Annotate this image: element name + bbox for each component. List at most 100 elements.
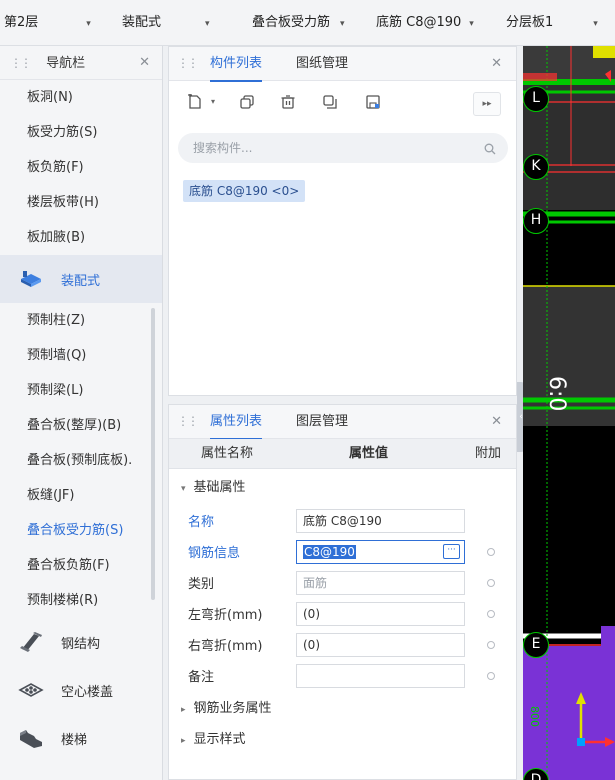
category-select-value: 装配式 bbox=[122, 15, 162, 30]
nav-category-stair[interactable]: 楼梯 bbox=[0, 714, 162, 762]
nav-category-prefab[interactable]: 装配式 bbox=[0, 255, 162, 303]
selected-text: C8@190 bbox=[303, 545, 356, 559]
close-icon[interactable]: ✕ bbox=[491, 405, 502, 439]
chevron-down-icon[interactable]: ▾ bbox=[211, 97, 215, 106]
property-row-rebar-info: 钢筋信息 C8@190 ··· bbox=[169, 536, 516, 567]
chevron-down-icon: ▾ bbox=[469, 19, 474, 29]
new-component-icon[interactable] bbox=[185, 92, 205, 112]
prefab-icon bbox=[17, 268, 45, 290]
drag-handle-icon[interactable]: ⋮⋮ bbox=[177, 414, 199, 428]
nav-item-prefab-column[interactable]: 预制柱(Z) bbox=[0, 303, 162, 338]
nav-title: 导航栏 bbox=[46, 56, 86, 71]
search-icon[interactable] bbox=[484, 133, 496, 163]
yellow-mark bbox=[593, 46, 615, 58]
property-label: 类别 bbox=[188, 577, 215, 592]
property-value-input[interactable] bbox=[296, 664, 465, 688]
save-template-icon[interactable] bbox=[363, 92, 383, 112]
nav-item-composite-slab-main-rebar[interactable]: 叠合板受力筋(S) bbox=[0, 513, 162, 548]
ellipsis-button[interactable]: ··· bbox=[443, 544, 460, 559]
floor-select-value: 第2层 bbox=[4, 15, 39, 30]
nav-category-hollow-floor-label: 空心楼盖 bbox=[61, 684, 114, 700]
component-item-selected[interactable]: 底筋 C8@190 <0> bbox=[183, 180, 306, 202]
extra-checkbox[interactable] bbox=[487, 672, 495, 680]
drawing-canvas[interactable]: L K H E D 6:0 800 bbox=[523, 46, 615, 780]
search-component-input[interactable]: 搜索构件... bbox=[178, 133, 508, 163]
nav-category-steel-label: 钢结构 bbox=[61, 636, 101, 652]
column-header-value: 属性值 bbox=[349, 446, 389, 461]
ucs-axis-icon bbox=[576, 692, 615, 747]
property-value-input[interactable]: (0) bbox=[296, 633, 465, 657]
component-list-panel: ⋮⋮ 构件列表 图纸管理 ✕ ▾ ▸▸ 搜索构件... 底筋 C8@190 <0… bbox=[168, 46, 517, 396]
nav-item-prefab-beam[interactable]: 预制梁(L) bbox=[0, 373, 162, 408]
chevron-down-icon: ▾ bbox=[86, 19, 91, 29]
property-value-input[interactable]: (0) bbox=[296, 602, 465, 626]
copy-to-floor-icon[interactable] bbox=[320, 92, 340, 112]
property-label: 钢筋信息 bbox=[188, 546, 241, 561]
chevron-down-icon: ▾ bbox=[593, 19, 598, 29]
tab-property-list[interactable]: 属性列表 bbox=[210, 405, 263, 440]
navigation-panel: ⋮⋮ 导航栏 ✕ 板洞(N) 板受力筋(S) 板负筋(F) 楼层板带(H) 板加… bbox=[0, 46, 163, 780]
property-row-right-bend: 右弯折(mm) (0) bbox=[169, 629, 516, 660]
nav-category-hollow-floor[interactable]: 空心楼盖 bbox=[0, 666, 162, 714]
extra-checkbox[interactable] bbox=[487, 548, 495, 556]
extra-checkbox[interactable] bbox=[487, 641, 495, 649]
chevron-down-icon: ▾ bbox=[340, 19, 345, 29]
chevron-right-icon: ▸ bbox=[181, 705, 186, 715]
top-toolbar: 第2层 ▾ 装配式 ▾ 叠合板受力筋 ▾ 底筋 C8@190 ▾ 分层板1 ▾ bbox=[0, 0, 615, 46]
search-placeholder: 搜索构件... bbox=[193, 141, 253, 155]
nav-item-slab-negative-rebar[interactable]: 板负筋(F) bbox=[0, 150, 162, 185]
nav-item-prefab-wall[interactable]: 预制墙(Q) bbox=[0, 338, 162, 373]
group-rebar-business[interactable]: ▸ 钢筋业务属性 bbox=[169, 694, 516, 724]
extra-checkbox[interactable] bbox=[487, 610, 495, 618]
copy-component-icon[interactable] bbox=[237, 92, 257, 112]
nav-scrollbar[interactable] bbox=[151, 308, 155, 600]
nav-list-prefab: 预制柱(Z) 预制墙(Q) 预制梁(L) 叠合板(整厚)(B) 叠合板(预制底板… bbox=[0, 303, 162, 618]
tab-component-list[interactable]: 构件列表 bbox=[210, 47, 263, 82]
tab-drawing-management[interactable]: 图纸管理 bbox=[296, 47, 348, 81]
close-icon[interactable]: ✕ bbox=[139, 46, 150, 80]
purple-mark bbox=[601, 626, 615, 646]
property-row-name: 名称 底筋 C8@190 bbox=[169, 505, 516, 536]
category-select[interactable]: 装配式 ▾ bbox=[122, 13, 210, 33]
extra-checkbox[interactable] bbox=[487, 579, 495, 587]
nav-item-composite-slab-precast[interactable]: 叠合板(预制底板). bbox=[0, 443, 162, 478]
floor-select[interactable]: 第2层 ▾ bbox=[4, 13, 91, 33]
nav-item-composite-slab-full[interactable]: 叠合板(整厚)(B) bbox=[0, 408, 162, 443]
nav-item-slab-main-rebar[interactable]: 板受力筋(S) bbox=[0, 115, 162, 150]
component-tabbar: ⋮⋮ 构件列表 图纸管理 ✕ bbox=[169, 47, 516, 82]
tab-layer-management[interactable]: 图层管理 bbox=[296, 405, 348, 439]
close-icon[interactable]: ✕ bbox=[491, 47, 502, 81]
property-value-input[interactable]: C8@190 ··· bbox=[296, 540, 465, 564]
chevron-down-icon: ▾ bbox=[205, 19, 210, 29]
layer-select[interactable]: 分层板1 ▾ bbox=[506, 13, 598, 33]
nav-item-composite-slab-negative-rebar[interactable]: 叠合板负筋(F) bbox=[0, 548, 162, 583]
drag-handle-icon[interactable]: ⋮⋮ bbox=[10, 56, 32, 70]
property-value-input[interactable]: 底筋 C8@190 bbox=[296, 509, 465, 533]
group-business-label: 钢筋业务属性 bbox=[193, 701, 272, 716]
nav-item-slab-hole[interactable]: 板洞(N) bbox=[0, 80, 162, 115]
double-chevron-right-icon: ▸▸ bbox=[482, 99, 492, 109]
nav-item-prefab-stair[interactable]: 预制楼梯(R) bbox=[0, 583, 162, 618]
nav-list-top: 板洞(N) 板受力筋(S) 板负筋(F) 楼层板带(H) 板加腋(B) bbox=[0, 80, 162, 255]
property-label: 名称 bbox=[188, 515, 215, 530]
more-tools-button[interactable]: ▸▸ bbox=[473, 92, 501, 116]
nav-category-steel[interactable]: 钢结构 bbox=[0, 618, 162, 666]
nav-item-floor-slab-band[interactable]: 楼层板带(H) bbox=[0, 185, 162, 220]
property-label: 右弯折(mm) bbox=[188, 639, 263, 654]
axis-label-bubble: L bbox=[523, 86, 549, 112]
nav-item-slab-haunch[interactable]: 板加腋(B) bbox=[0, 220, 162, 255]
nav-item-slab-joint[interactable]: 板缝(JF) bbox=[0, 478, 162, 513]
property-label: 左弯折(mm) bbox=[188, 608, 263, 623]
group-basic-properties[interactable]: ▾ 基础属性 bbox=[169, 473, 516, 503]
drag-handle-icon[interactable]: ⋮⋮ bbox=[177, 56, 199, 70]
property-value-input: 面筋 bbox=[296, 571, 465, 595]
delete-icon[interactable] bbox=[278, 92, 298, 112]
type-select[interactable]: 叠合板受力筋 ▾ bbox=[252, 13, 345, 33]
axis-label-bubble: K bbox=[523, 154, 549, 180]
layer-select-value: 分层板1 bbox=[506, 15, 554, 30]
group-display-style[interactable]: ▸ 显示样式 bbox=[169, 725, 516, 755]
element-select[interactable]: 底筋 C8@190 ▾ bbox=[376, 13, 474, 33]
property-label: 备注 bbox=[188, 670, 215, 685]
group-basic-label: 基础属性 bbox=[193, 480, 246, 495]
chevron-right-icon: ▸ bbox=[181, 736, 186, 746]
